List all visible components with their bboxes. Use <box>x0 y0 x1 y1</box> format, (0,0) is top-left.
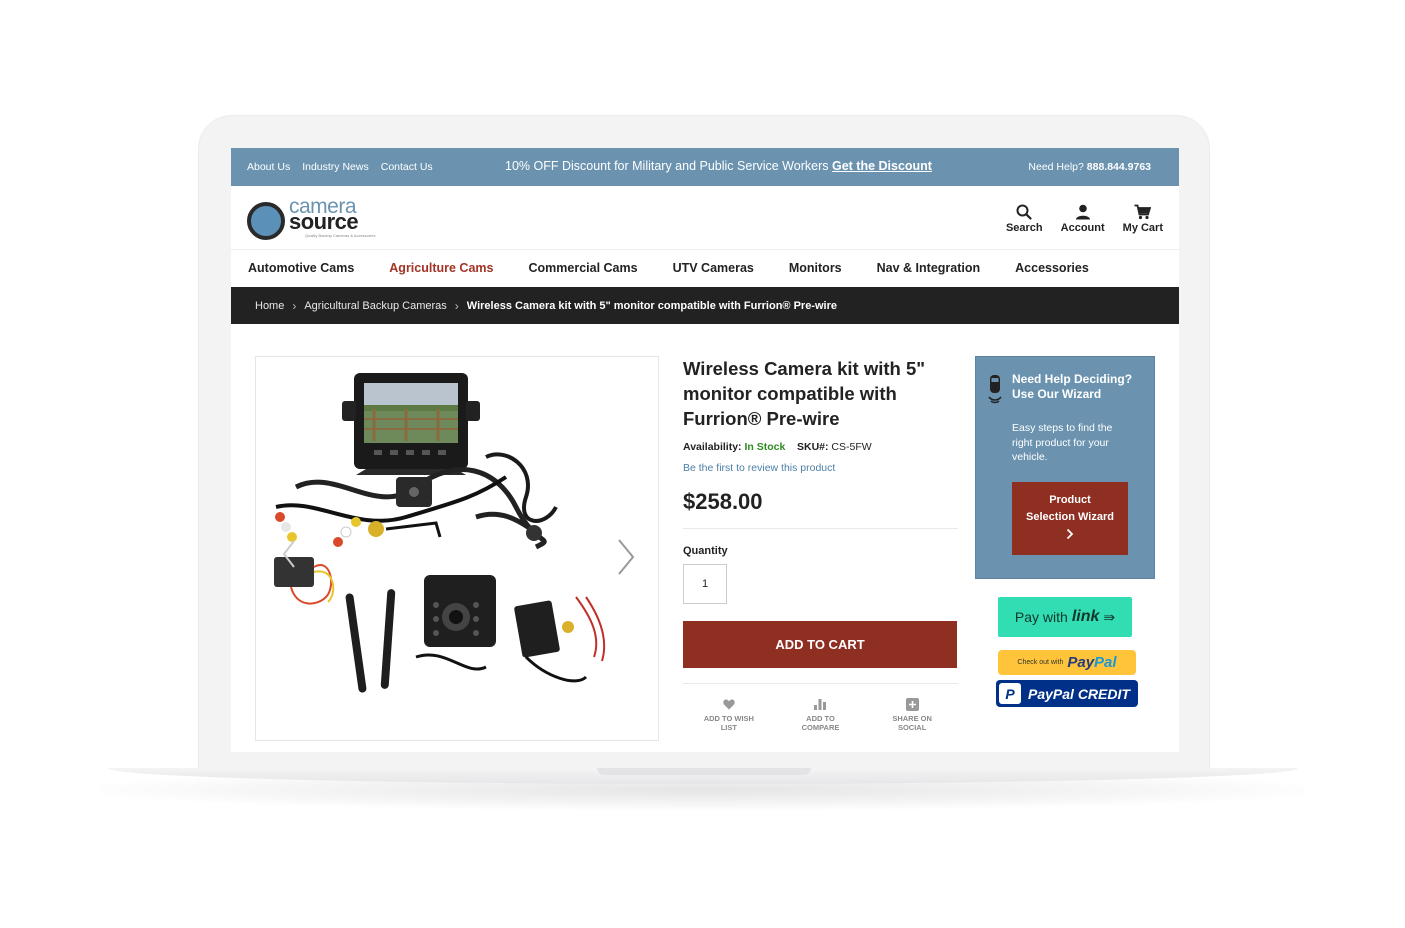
product-selection-wizard-button[interactable]: Product Selection Wizard <box>1012 482 1128 555</box>
availability-label: Availability: <box>683 441 742 453</box>
add-to-cart-button[interactable]: ADD TO CART <box>683 621 957 668</box>
paypal-credit-label: PayPal CREDIT <box>1028 685 1130 702</box>
get-discount-link[interactable]: Get the Discount <box>832 159 932 173</box>
utility-links: About Us Industry News Contact Us <box>247 161 433 173</box>
laptop-notch <box>597 768 811 775</box>
share-button[interactable]: SHARE ON SOCIAL <box>882 696 942 732</box>
chevron-right-icon: › <box>454 298 459 313</box>
search-label: Search <box>1005 222 1043 234</box>
cart-label: My Cart <box>1122 222 1163 234</box>
add-to-compare-button[interactable]: ADD TO COMPARE <box>790 696 850 732</box>
top-bar: About Us Industry News Contact Us 10% OF… <box>231 148 1179 186</box>
cart-button[interactable]: My Cart <box>1123 202 1163 234</box>
quantity-label: Quantity <box>683 545 728 557</box>
help-label: Need Help? <box>1028 161 1084 173</box>
paypal-checkout-button[interactable]: Check out with PayPal <box>998 650 1136 675</box>
product-image-gallery <box>255 356 659 741</box>
search-button[interactable]: Search <box>1006 202 1043 234</box>
wizard-description: Easy steps to find the right product for… <box>1012 422 1113 463</box>
cart-icon <box>1123 202 1163 222</box>
account-button[interactable]: Account <box>1061 202 1105 234</box>
site-logo[interactable]: camera source Quality Backup Cameras & A… <box>247 195 377 240</box>
industry-news-link[interactable]: Industry News <box>302 161 369 173</box>
nav-item-utv-cameras[interactable]: UTV Cameras <box>673 261 754 275</box>
nav-item-monitors[interactable]: Monitors <box>789 261 842 275</box>
product-kit-image <box>274 373 606 693</box>
paypal-logo: PayPal <box>1067 654 1117 671</box>
product-info: Wireless Camera kit with 5" monitor comp… <box>683 356 958 732</box>
chevron-right-icon: › <box>292 298 297 313</box>
wizard-button-label: Product Selection Wizard <box>1026 494 1114 523</box>
header-icons: Search Account My Cart <box>1006 202 1163 234</box>
user-icon <box>1061 202 1105 222</box>
car-icon <box>988 375 1002 410</box>
breadcrumb-current: Wireless Camera kit with 5" monitor comp… <box>466 299 837 312</box>
chevron-right-icon <box>1012 528 1128 546</box>
nav-item-agriculture-cams[interactable]: Agriculture Cams <box>389 261 493 275</box>
divider <box>683 683 958 684</box>
wishlist-label: ADD TO WISH LIST <box>703 714 754 732</box>
heart-icon <box>699 696 759 712</box>
sku-label: SKU#: <box>796 441 829 453</box>
nav-item-automotive-cams[interactable]: Automotive Cams <box>248 261 354 275</box>
chevron-left-icon[interactable] <box>282 539 296 574</box>
link-prefix: Pay with <box>1014 609 1068 625</box>
bar-chart-icon <box>790 696 850 712</box>
logo-ring-icon <box>247 202 285 240</box>
logo-tagline: Quality Backup Cameras & Accessories <box>305 233 376 238</box>
link-brand: link <box>1071 608 1100 625</box>
help-contact: Need Help? 888.844.9763 <box>1028 161 1151 173</box>
breadcrumb-home[interactable]: Home <box>255 300 284 312</box>
search-icon <box>1006 202 1043 222</box>
promo-banner: 10% OFF Discount for Military and Public… <box>505 159 932 173</box>
divider <box>683 528 958 529</box>
nav-item-accessories[interactable]: Accessories <box>1015 261 1089 275</box>
breadcrumb: Home › Agricultural Backup Cameras › Wir… <box>231 287 1179 324</box>
browser-screen: About Us Industry News Contact Us 10% OF… <box>231 148 1179 752</box>
product-price: $258.00 <box>683 489 763 514</box>
review-link[interactable]: Be the first to review this product <box>683 462 958 474</box>
help-phone-link[interactable]: 888.844.9763 <box>1087 161 1151 173</box>
availability-value: In Stock <box>744 441 786 453</box>
paypal-p-icon: P <box>999 683 1021 704</box>
add-to-wishlist-button[interactable]: ADD TO WISH LIST <box>699 696 759 732</box>
paypal-credit-button[interactable]: P PayPal CREDIT <box>996 680 1138 707</box>
chevron-right-icon[interactable] <box>616 537 636 582</box>
sku-value: CS-5FW <box>831 441 872 453</box>
logo-word-source: source <box>289 209 359 234</box>
main-nav: Automotive Cams Agriculture Cams Commerc… <box>231 250 1179 286</box>
compare-label: ADD TO COMPARE <box>801 714 840 732</box>
product-actions: ADD TO WISH LIST ADD TO COMPARE SHARE ON… <box>683 696 958 732</box>
arrow-right-icon: ⇛ <box>1103 608 1116 625</box>
contact-us-link[interactable]: Contact Us <box>381 161 433 173</box>
nav-item-commercial-cams[interactable]: Commercial Cams <box>528 261 637 275</box>
breadcrumb-category[interactable]: Agricultural Backup Cameras <box>304 300 446 312</box>
availability-row: Availability: In Stock SKU#: CS-5FW <box>683 441 958 453</box>
paypal-checkout-text: Check out with <box>1017 659 1064 666</box>
site-header: camera source Quality Backup Cameras & A… <box>231 186 1179 250</box>
about-us-link[interactable]: About Us <box>247 161 290 173</box>
promo-text: 10% OFF Discount for Military and Public… <box>505 159 829 173</box>
wizard-title: Need Help Deciding? Use Our Wizard <box>1012 372 1133 401</box>
pay-with-link-button[interactable]: Pay with link ⇛ <box>998 597 1132 637</box>
wizard-panel: Need Help Deciding? Use Our Wizard Easy … <box>975 356 1155 579</box>
share-icon <box>882 696 942 712</box>
account-label: Account <box>1060 222 1105 234</box>
quantity-input[interactable]: 1 <box>683 564 727 604</box>
nav-item-nav-integration[interactable]: Nav & Integration <box>877 261 981 275</box>
share-label: SHARE ON SOCIAL <box>892 714 932 732</box>
product-title: Wireless Camera kit with 5" monitor comp… <box>683 358 926 429</box>
